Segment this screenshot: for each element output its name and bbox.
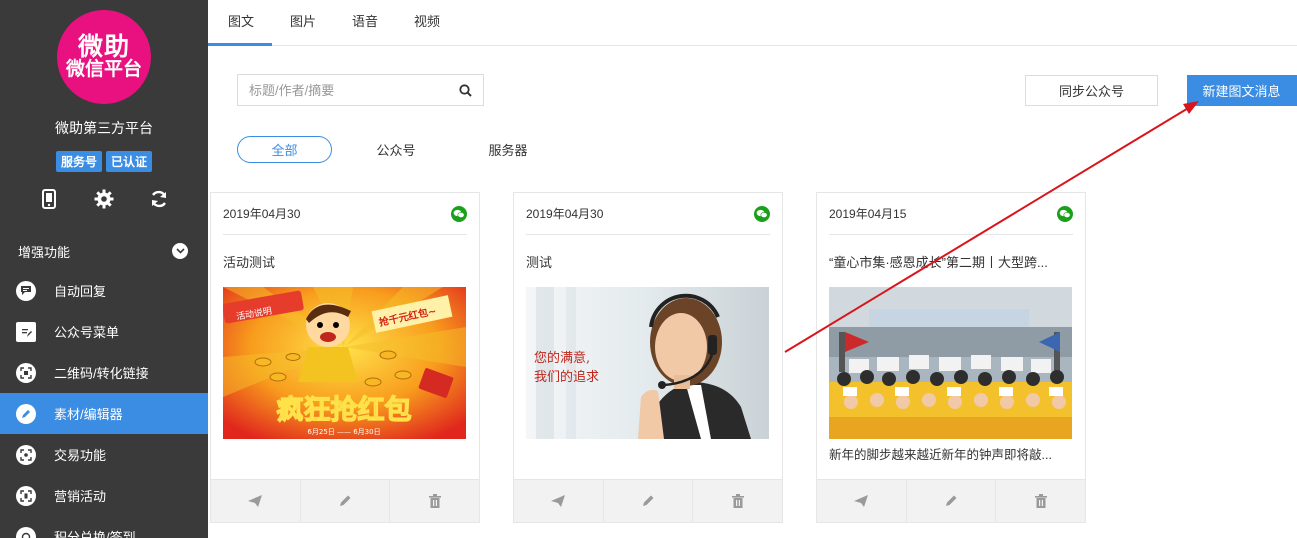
logo-text-main: 微助 [77,32,130,61]
card-header: 2019年04月30 [526,193,770,235]
enhanced-features-header[interactable]: 增强功能 [0,240,208,262]
chevron-down-icon[interactable] [172,243,188,259]
pencil-icon [16,403,36,424]
brand-logo: 微助 微信平台 [57,10,151,104]
trade-icon [16,444,36,465]
verified-badge: 已认证 [106,151,153,172]
logo-text-sub: 微信平台 [65,59,142,81]
cover-slogan-line2: 我们的追求 [534,369,599,385]
card-cover-image: 您的满意, 我们的追求 [526,287,770,439]
sidebar-item-materials-editor[interactable]: 素材/编辑器 [0,393,208,434]
tab-voice[interactable]: 语音 [334,0,396,45]
card-header: 2019年04月30 [223,193,467,235]
new-article-button[interactable]: 新建图文消息 [1187,75,1297,106]
sidebar-item-label: 二维码/转化链接 [54,366,149,381]
card-title: 测试 [526,254,553,270]
delete-icon[interactable] [693,480,782,522]
sidebar-item-trade[interactable]: 交易功能 [0,434,208,475]
sidebar-menu: 自动回复 公众号菜单 二维码/转化链接 素材/编辑器 交易功能 营销活动 积分兑… [0,270,208,538]
cover-slogan-line1: 您的满意, [534,350,590,366]
card-actions [817,479,1085,522]
sidebar-item-marketing[interactable]: 营销活动 [0,475,208,516]
material-type-tabs: 图文 图片 语音 视频 [208,0,1297,46]
article-card[interactable]: 2019年04月30 活动测试 活动说明 抢千元红包~ 疯狂抢红包 6月25日 … [210,192,480,523]
sidebar-item-label: 营销活动 [54,489,107,504]
tab-article[interactable]: 图文 [208,0,273,46]
sidebar-item-label: 交易功能 [54,448,107,463]
wechat-icon [754,205,770,222]
cover-headline-text: 疯狂抢红包 [277,394,412,426]
sidebar-item-account-menu[interactable]: 公众号菜单 [0,311,208,352]
search-input[interactable] [238,75,447,105]
article-card[interactable]: 2019年04月15 “童心市集·感恩成长”第二期丨大型跨... 新年的脚步越来… [816,192,1086,523]
filter-server[interactable]: 服务器 [474,136,542,163]
sidebar-item-label: 积分兑换/签到 [54,530,136,538]
edit-icon[interactable] [604,480,694,522]
filter-all[interactable]: 全部 [237,136,332,163]
card-actions [211,479,479,522]
points-icon [16,526,36,538]
tab-video[interactable]: 视频 [396,0,458,45]
sidebar-item-label: 自动回复 [54,284,107,299]
gear-icon[interactable] [91,186,117,212]
enhanced-features-title: 增强功能 [18,244,71,260]
sidebar-item-label: 公众号菜单 [54,325,120,340]
account-name: 微助第三方平台 [55,120,153,136]
card-title: “童心市集·感恩成长”第二期丨大型跨... [829,254,1048,270]
search-icon[interactable] [447,83,483,97]
sync-account-button[interactable]: 同步公众号 [1025,75,1158,106]
send-icon[interactable] [514,480,604,522]
sidebar: 微助 微信平台 微助第三方平台 服务号 已认证 增强功能 自动回复 公众号菜单 … [0,0,208,538]
marketing-icon [16,485,36,506]
wechat-icon [451,205,467,222]
tab-image[interactable]: 图片 [272,0,334,45]
sidebar-quick-actions [0,186,208,212]
card-title: 活动测试 [223,254,276,270]
service-account-badge: 服务号 [55,151,102,172]
qrcode-icon [16,362,36,383]
edit-icon[interactable] [907,480,997,522]
wechat-icon [1057,205,1073,222]
document-edit-icon [16,321,36,342]
phone-icon[interactable] [36,186,62,212]
edit-icon[interactable] [301,480,391,522]
sidebar-item-points[interactable]: 积分兑换/签到 [0,516,208,538]
card-digest: 新年的脚步越来越近新年的钟声即将敲... [829,448,1052,462]
account-badges: 服务号 已认证 [0,151,208,172]
card-cover-image: 活动说明 抢千元红包~ 疯狂抢红包 6月25日 —— 6月30日 [223,287,467,439]
card-date: 2019年04月30 [223,207,301,221]
search-box [237,74,484,106]
card-date: 2019年04月30 [526,207,604,221]
chat-bubble-icon [16,280,36,301]
card-digest [223,439,467,479]
article-card[interactable]: 2019年04月30 测试 您的满意, 我们的追求 [513,192,783,523]
card-actions [514,479,782,522]
delete-icon[interactable] [996,480,1085,522]
send-icon[interactable] [211,480,301,522]
sidebar-item-auto-reply[interactable]: 自动回复 [0,270,208,311]
card-date: 2019年04月15 [829,207,907,221]
sidebar-item-qrcode[interactable]: 二维码/转化链接 [0,352,208,393]
card-cover-image [829,287,1073,439]
delete-icon[interactable] [390,480,479,522]
sidebar-item-label: 素材/编辑器 [54,407,123,422]
card-digest [526,439,770,479]
filter-official-account[interactable]: 公众号 [362,136,430,163]
send-icon[interactable] [817,480,907,522]
cover-dates-text: 6月25日 —— 6月30日 [307,428,380,436]
refresh-icon[interactable] [146,186,172,212]
card-header: 2019年04月15 [829,193,1073,235]
